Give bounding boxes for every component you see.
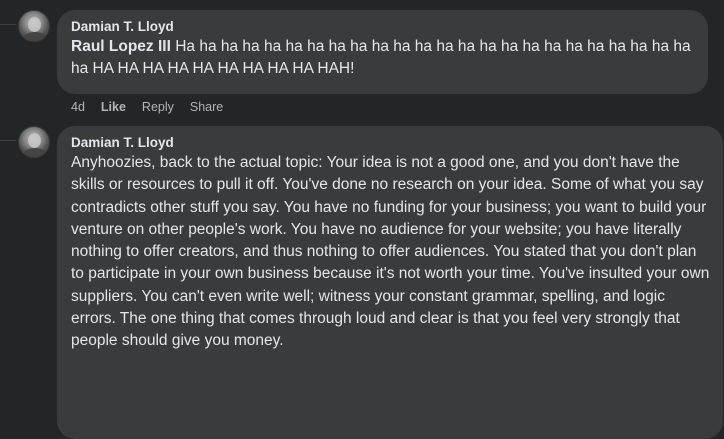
share-button[interactable]: Share [190, 99, 223, 115]
comment-age[interactable]: 4d [71, 99, 85, 115]
thread-connector [0, 24, 16, 25]
reply-button[interactable]: Reply [142, 99, 174, 115]
comment-author[interactable]: Damian T. Lloyd [71, 134, 711, 152]
like-button[interactable]: Like [101, 99, 126, 115]
avatar[interactable] [18, 10, 50, 42]
comment-author[interactable]: Damian T. Lloyd [71, 18, 696, 36]
comment-text: Anyhoozies, back to the actual topic: Yo… [71, 154, 710, 350]
comment-text: Raul Lopez III Ha ha ha ha ha ha ha ha h… [71, 36, 696, 81]
comment: Damian T. Lloyd Raul Lopez III Ha ha ha … [18, 10, 708, 94]
comment-bubble: Damian T. Lloyd Raul Lopez III Ha ha ha … [57, 10, 708, 94]
comment: Damian T. Lloyd Anyhoozies, back to the … [18, 126, 723, 439]
comment-bubble: Damian T. Lloyd Anyhoozies, back to the … [57, 126, 723, 439]
comment-actions: 4d Like Reply Share [71, 99, 239, 115]
avatar[interactable] [18, 126, 50, 158]
thread-connector [0, 140, 16, 141]
mention-link[interactable]: Raul Lopez III [71, 38, 171, 55]
